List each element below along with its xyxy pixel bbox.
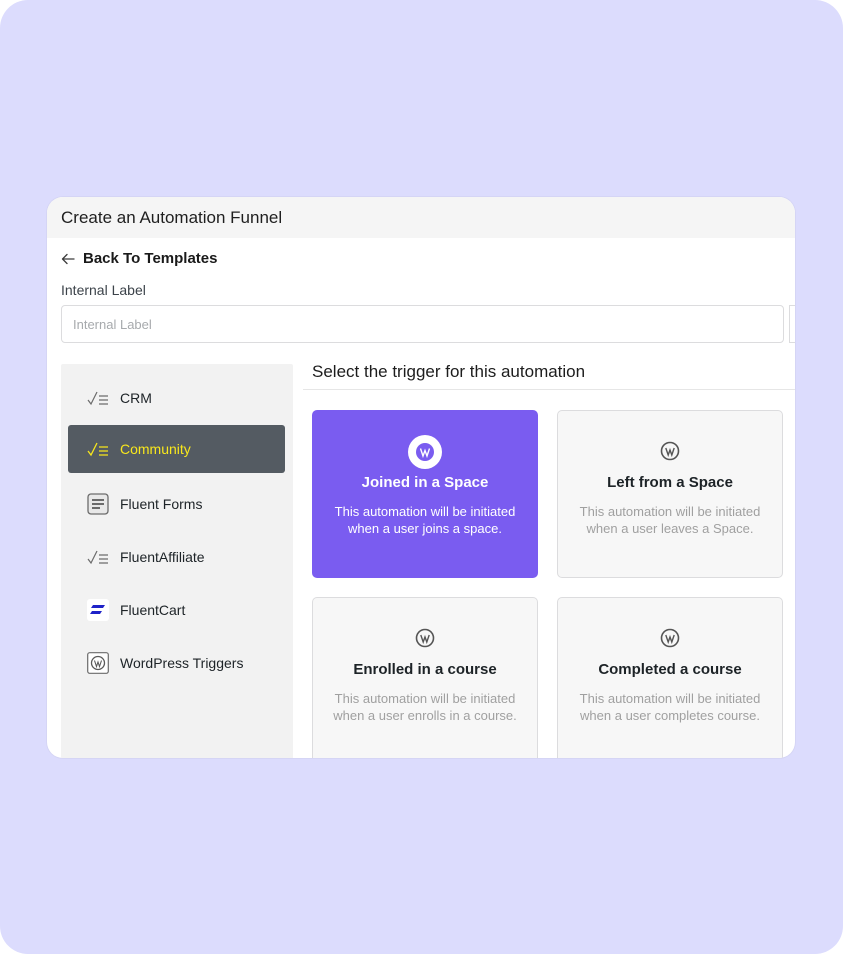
sidebar-item-label: Community (120, 441, 191, 457)
trigger-card-left-space[interactable]: Left from a Space This automation will b… (557, 410, 783, 578)
funnel-check-icon (86, 438, 110, 460)
section-divider (303, 389, 795, 390)
trigger-section-heading: Select the trigger for this automation (312, 362, 586, 381)
fluentcart-icon (86, 599, 110, 621)
sidebar-item-fluent-forms[interactable]: Fluent Forms (68, 480, 285, 528)
sidebar-item-label: CRM (120, 390, 152, 406)
trigger-card-enrolled-course[interactable]: Enrolled in a course This automation wil… (312, 597, 538, 758)
wordpress-icon (660, 628, 680, 648)
trigger-card-title: Joined in a Space (361, 474, 489, 491)
trigger-card-description: This automation will be initiated when a… (579, 504, 761, 536)
trigger-card-description: This automation will be initiated when a… (579, 691, 761, 723)
wordpress-icon (415, 628, 435, 648)
sidebar-item-community[interactable]: Community (68, 425, 285, 473)
modal-header: Create an Automation Funnel (47, 197, 795, 238)
back-to-templates-label: Back To Templates (83, 250, 218, 267)
sidebar-item-fluentaffiliate[interactable]: FluentAffiliate (68, 533, 285, 581)
input-edge (789, 305, 795, 343)
trigger-card-title: Left from a Space (607, 474, 733, 491)
fluent-forms-icon (86, 493, 110, 515)
trigger-card-title: Completed a course (598, 661, 742, 678)
internal-label-heading: Internal Label (61, 282, 146, 298)
trigger-card-description: This automation will be initiated when a… (333, 691, 517, 723)
sidebar-item-label: FluentAffiliate (120, 549, 205, 565)
trigger-card-joined-space[interactable]: Joined in a Space This automation will b… (312, 410, 538, 578)
sidebar-item-fluentcart[interactable]: FluentCart (68, 586, 285, 634)
sidebar-item-wordpress-triggers[interactable]: WordPress Triggers (68, 639, 285, 687)
trigger-card-description: This automation will be initiated when a… (334, 504, 516, 536)
trigger-card-title: Enrolled in a course (353, 661, 497, 678)
trigger-category-sidebar: CRM Community Fluent Forms FluentAffilia… (61, 364, 293, 758)
internal-label-input[interactable] (61, 305, 784, 343)
wordpress-icon (86, 652, 110, 674)
trigger-card-completed-course[interactable]: Completed a course This automation will … (557, 597, 783, 758)
sidebar-item-label: FluentCart (120, 602, 186, 618)
wordpress-icon (408, 435, 442, 469)
funnel-check-icon (86, 546, 110, 568)
wordpress-icon (660, 441, 680, 461)
arrow-left-icon (61, 253, 75, 264)
sidebar-item-label: WordPress Triggers (120, 655, 244, 671)
sidebar-item-label: Fluent Forms (120, 496, 203, 512)
automation-funnel-modal: Create an Automation Funnel Back To Temp… (47, 197, 795, 758)
sidebar-item-crm[interactable]: CRM (68, 374, 285, 422)
back-to-templates-link[interactable]: Back To Templates (61, 250, 218, 267)
modal-title: Create an Automation Funnel (61, 207, 283, 227)
funnel-check-icon (86, 387, 110, 409)
